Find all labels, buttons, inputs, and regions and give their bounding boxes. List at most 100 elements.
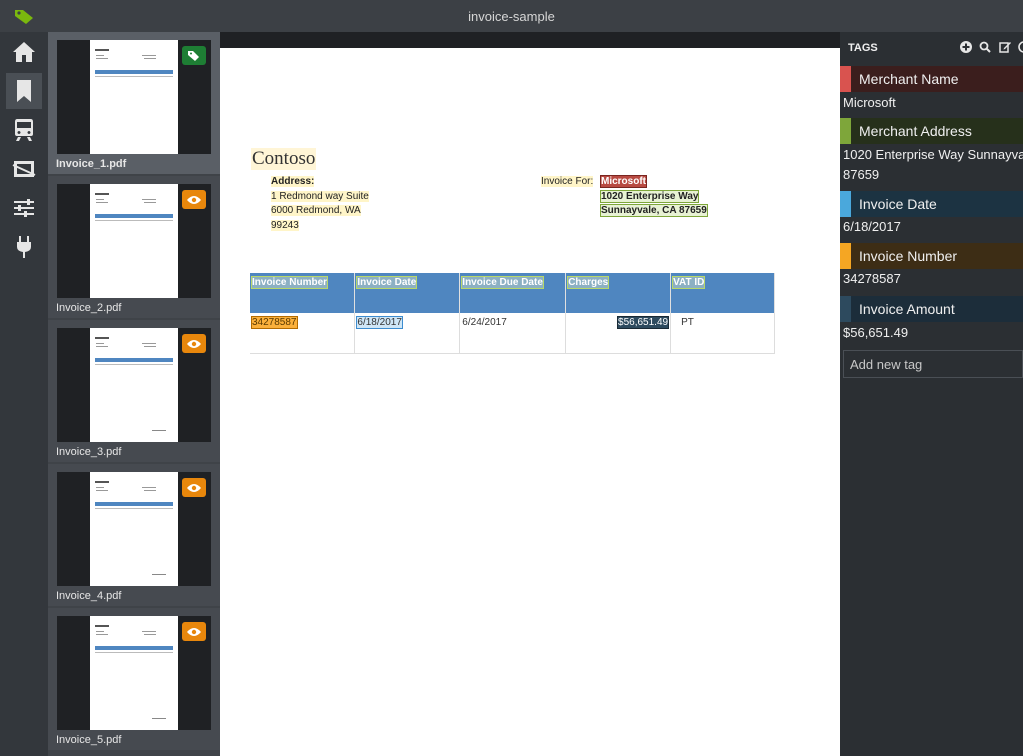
merchant-address-field[interactable]: Sunnayvale, CA 87659 xyxy=(600,204,708,217)
thumbnail-page xyxy=(90,328,178,442)
tagged-badge xyxy=(182,46,206,65)
tag-invoice-amount[interactable]: Invoice Amount xyxy=(840,296,1023,322)
tags-panel: TAGS Merchant Name Microsoft Merchant Ad… xyxy=(840,32,1023,756)
thumbnail-name: Invoice_3.pdf xyxy=(56,446,122,458)
tags-header: TAGS xyxy=(848,42,878,54)
thumbnail-item[interactable]: Invoice_5.pdf xyxy=(48,608,220,750)
vat-id-field[interactable]: PT xyxy=(681,317,694,328)
edit-icon xyxy=(999,42,1011,53)
visited-badge xyxy=(182,478,206,497)
tag-merchant-name[interactable]: Merchant Name xyxy=(840,66,1023,92)
invoice-table: Invoice Number Invoice Date Invoice Due … xyxy=(250,273,775,354)
tag-value: 6/18/2017 xyxy=(843,219,901,234)
add-tag-button[interactable] xyxy=(959,40,973,54)
tag-value: 34278587 xyxy=(843,271,901,286)
eye-icon xyxy=(187,627,201,636)
table-header-row: Invoice Number Invoice Date Invoice Due … xyxy=(250,273,775,313)
merchant-address-field[interactable]: 1020 Enterprise Way xyxy=(599,190,700,203)
thumbnail-name: Invoice_2.pdf xyxy=(56,302,122,314)
tag-value: $56,651.49 xyxy=(843,325,909,340)
table-header[interactable]: Invoice Number xyxy=(250,273,356,313)
thumbnail-page xyxy=(90,616,178,730)
train-nav-button[interactable] xyxy=(6,112,42,148)
document-page[interactable]: Contoso Address: 1 Redmond way Suite 600… xyxy=(220,48,840,756)
table-header[interactable]: VAT ID xyxy=(670,273,775,313)
invoice-amount-field[interactable]: $56,651.49 xyxy=(617,316,670,329)
tag-value: 1020 Enterprise Way Sunnayvale, CA xyxy=(843,147,1023,162)
more-tags-button[interactable] xyxy=(1017,40,1023,54)
tag-color-swatch[interactable] xyxy=(840,243,851,269)
tag-label[interactable]: Invoice Date xyxy=(851,191,1023,217)
thumbnail-name: Invoice_4.pdf xyxy=(56,590,122,602)
tag-value: 87659 xyxy=(843,167,880,182)
edit-tag-button[interactable] xyxy=(998,40,1012,54)
table-cell[interactable]: 6/18/2017 xyxy=(354,313,461,354)
table-row: 34278587 6/18/2017 6/24/2017 $56,651.49 … xyxy=(250,313,775,354)
table-header[interactable]: Charges xyxy=(565,273,672,313)
train-icon xyxy=(15,119,33,141)
table-cell[interactable]: 34278587 xyxy=(250,313,356,354)
thumbnail-item[interactable]: Invoice_2.pdf xyxy=(48,176,220,318)
eye-icon xyxy=(187,195,201,204)
tag-icon xyxy=(188,50,199,61)
address-line[interactable]: 6000 Redmond, WA xyxy=(271,205,361,216)
tag-color-swatch[interactable] xyxy=(840,296,851,322)
home-icon xyxy=(13,42,35,62)
merchant-name-field[interactable]: Microsoft xyxy=(600,175,647,188)
left-nav xyxy=(0,32,48,756)
window-title: invoice-sample xyxy=(468,9,555,24)
connections-nav-button[interactable] xyxy=(6,151,42,187)
settings-nav-button[interactable] xyxy=(6,190,42,226)
thumbnail-item[interactable]: Invoice_3.pdf xyxy=(48,320,220,462)
thumbnail-name: Invoice_5.pdf xyxy=(56,734,122,746)
thumbnail-name: Invoice_1.pdf xyxy=(56,158,127,170)
document-canvas: Contoso Address: 1 Redmond way Suite 600… xyxy=(220,32,840,756)
add-icon xyxy=(960,41,972,53)
search-tags-button[interactable] xyxy=(978,40,992,54)
table-header[interactable]: Invoice Date xyxy=(354,273,461,313)
tag-label[interactable]: Invoice Amount xyxy=(851,296,1023,322)
tag-label[interactable]: Merchant Address xyxy=(851,118,1023,144)
invoice-for-label[interactable]: Invoice For: xyxy=(541,176,594,187)
thumbnail-item[interactable]: Invoice_4.pdf xyxy=(48,464,220,606)
tag-label[interactable]: Invoice Number xyxy=(851,243,1023,269)
address-line[interactable]: 99243 xyxy=(271,220,299,231)
visited-badge xyxy=(182,334,206,353)
tag-label[interactable]: Merchant Name xyxy=(851,66,1023,92)
address-label[interactable]: Address: xyxy=(271,176,315,187)
tag-merchant-address[interactable]: Merchant Address xyxy=(840,118,1023,144)
eye-icon xyxy=(187,339,201,348)
tag-invoice-number[interactable]: Invoice Number xyxy=(840,243,1023,269)
tag-color-swatch[interactable] xyxy=(840,191,851,217)
add-new-tag-input[interactable] xyxy=(843,350,1023,378)
table-cell[interactable]: PT xyxy=(670,313,775,354)
visited-badge xyxy=(182,622,206,641)
visited-badge xyxy=(182,190,206,209)
plugin-nav-button[interactable] xyxy=(6,229,42,265)
tag-value: Microsoft xyxy=(843,95,896,110)
eye-icon xyxy=(187,483,201,492)
thumbnail-page xyxy=(90,40,178,154)
address-line[interactable]: 1 Redmond way Suite xyxy=(271,191,369,202)
bookmark-icon xyxy=(17,80,31,102)
search-icon xyxy=(979,41,991,53)
company-name[interactable]: Contoso xyxy=(251,148,317,170)
invoice-number-field[interactable]: 34278587 xyxy=(251,316,298,329)
thumbnail-page xyxy=(90,472,178,586)
table-cell[interactable]: $56,651.49 xyxy=(565,313,672,354)
table-cell[interactable]: 6/24/2017 xyxy=(459,313,567,354)
tag-color-swatch[interactable] xyxy=(840,66,851,92)
due-date-field[interactable]: 6/24/2017 xyxy=(462,317,507,328)
tag-color-swatch[interactable] xyxy=(840,118,851,144)
table-header[interactable]: Invoice Due Date xyxy=(459,273,567,313)
clock-icon xyxy=(1018,41,1023,53)
editor-nav-button[interactable] xyxy=(6,73,42,109)
thumbnail-item[interactable]: Invoice_1.pdf xyxy=(48,32,220,174)
thumbnail-list: Invoice_1.pdf Invoice_2.pdf Invoice_3.pd… xyxy=(48,32,220,756)
plug-icon xyxy=(17,236,31,258)
invoice-date-field[interactable]: 6/18/2017 xyxy=(356,316,403,329)
title-bar: invoice-sample xyxy=(0,0,1023,32)
connections-icon xyxy=(12,161,36,177)
home-nav-button[interactable] xyxy=(6,34,42,70)
tag-invoice-date[interactable]: Invoice Date xyxy=(840,191,1023,217)
